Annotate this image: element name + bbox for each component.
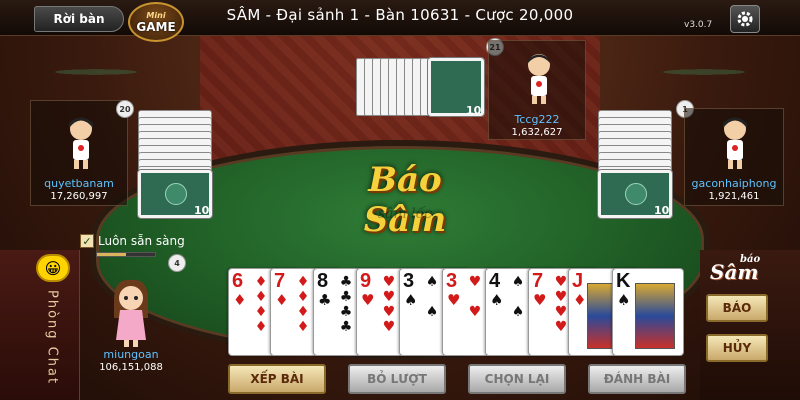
- self-player-money: 106,151,088: [99, 362, 163, 373]
- card-rank: 6: [232, 270, 244, 292]
- card-rank: 7: [532, 270, 544, 292]
- left-player-name: quyetbanam: [44, 177, 114, 190]
- jack-face-art: [587, 283, 615, 349]
- heart-icon: ♥: [447, 291, 461, 309]
- avatar: [69, 117, 93, 169]
- top-player-cards: 10: [356, 57, 486, 120]
- card-pips: ♥ ♥: [468, 274, 482, 320]
- king-face-art: [635, 283, 675, 349]
- card-rank: 3: [403, 270, 415, 292]
- card-rank: 9: [360, 270, 372, 292]
- card-rank: J: [572, 270, 584, 292]
- ready-progress-fill: [97, 253, 126, 256]
- heart-icon: ♥: [361, 291, 375, 309]
- spade-icon: ♠: [404, 291, 418, 309]
- card-rank: 4: [489, 270, 501, 292]
- card-pips: ♠ ♠: [425, 274, 439, 320]
- minigame-label-top: Mini: [146, 10, 166, 20]
- left-player-badge: 20: [116, 100, 134, 118]
- card-pips: ♠ ♠: [511, 274, 525, 320]
- top-player-money: 1,632,627: [511, 127, 563, 138]
- heart-icon: ♥: [533, 291, 547, 309]
- self-player-name: miungoan: [103, 348, 159, 361]
- left-player-money: 17,260,997: [50, 191, 108, 202]
- leave-table-button[interactable]: Rời bàn: [34, 6, 124, 32]
- top-player-name: Tccg222: [514, 113, 560, 126]
- skip-turn-button[interactable]: BỎ LƯỢT: [348, 364, 446, 394]
- auto-ready-toggle[interactable]: ✓ Luôn sẵn sàng: [80, 234, 185, 248]
- self-player-badge: 4: [168, 254, 186, 272]
- right-player-card-count: 10: [654, 204, 670, 217]
- card-rank: 7: [274, 270, 286, 292]
- diamond-icon: ♦: [233, 291, 247, 309]
- left-player-card-count: 10: [194, 204, 210, 217]
- left-player-cards: 10: [137, 110, 218, 220]
- card-pips: ♥ ♥ ♥ ♥: [382, 274, 396, 335]
- gear-icon: [737, 11, 753, 27]
- avatar: [723, 117, 747, 169]
- card-pips: ♦ ♦ ♦ ♦: [296, 274, 310, 335]
- right-player-money: 1,921,461: [708, 191, 760, 202]
- table-logo-sub: sâm lốc: [377, 206, 433, 222]
- sort-cards-button[interactable]: XẾP BÀI: [228, 364, 326, 394]
- right-player-panel[interactable]: gaconhaiphong 1,921,461: [684, 108, 784, 206]
- logo-big-text: Sâm: [710, 260, 759, 284]
- smiley-icon: 😀: [44, 258, 62, 278]
- diamond-icon: ♦: [275, 291, 289, 309]
- card-pips: ♣ ♣ ♣ ♣: [339, 274, 353, 335]
- cancel-button[interactable]: HỦY: [706, 334, 768, 362]
- minigame-label-bottom: GAME: [136, 19, 176, 34]
- table-logo: Báo Sâm: [363, 160, 447, 240]
- club-icon: ♣: [318, 291, 332, 309]
- card-rank: 3: [446, 270, 458, 292]
- top-player-card-count: 10: [466, 104, 482, 117]
- emoji-button[interactable]: 😀: [36, 254, 70, 282]
- right-player-name: gaconhaiphong: [691, 177, 777, 190]
- table-title: SÂM - Đại sảnh 1 - Bàn 10631 - Cược 20,0…: [226, 6, 574, 24]
- version-label: v3.0.7: [684, 20, 713, 30]
- spade-icon: ♠: [490, 291, 504, 309]
- bao-button[interactable]: BÁO: [706, 294, 768, 322]
- diamond-icon: ♦: [573, 291, 587, 309]
- left-player-panel[interactable]: quyetbanam 17,260,997: [30, 100, 128, 206]
- auto-ready-checkbox[interactable]: ✓: [80, 234, 94, 248]
- reselect-button[interactable]: CHỌN LẠI: [468, 364, 566, 394]
- right-player-cards: 10: [597, 110, 678, 220]
- card-rank: 8: [317, 270, 329, 292]
- play-cards-button[interactable]: ĐÁNH BÀI: [588, 364, 686, 394]
- self-avatar: [114, 279, 148, 347]
- minigame-button[interactable]: Mini GAME: [128, 2, 184, 42]
- ready-progress-bar: [96, 252, 156, 257]
- chat-room-button[interactable]: Phòng Chat: [32, 288, 72, 388]
- settings-button[interactable]: [730, 5, 760, 33]
- auto-ready-label: Luôn sẵn sàng: [98, 234, 185, 248]
- hand-card-k-spades[interactable]: K ♠: [612, 268, 684, 356]
- card-rank: K: [616, 270, 631, 292]
- spade-icon: ♠: [617, 291, 631, 309]
- avatar: [528, 54, 550, 104]
- top-player-panel[interactable]: Tccg222 1,632,627: [488, 40, 586, 140]
